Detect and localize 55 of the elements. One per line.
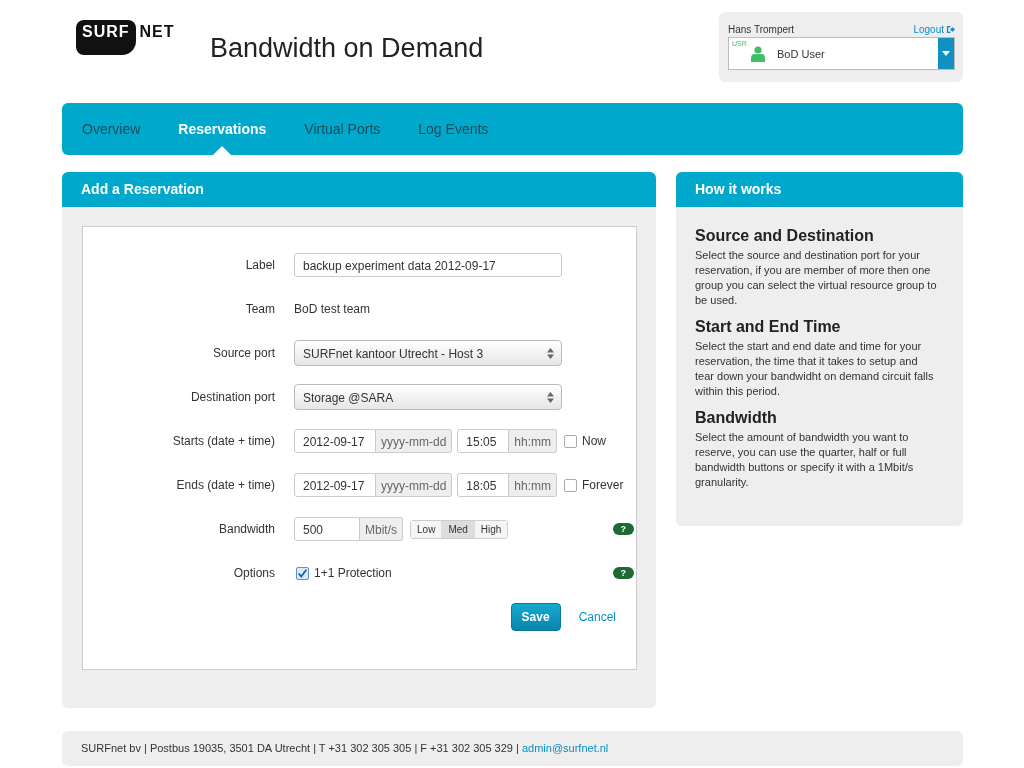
label-input[interactable]: backup experiment data 2012-09-17 bbox=[294, 253, 562, 277]
checkbox[interactable] bbox=[296, 566, 309, 580]
field-label: Starts (date + time) bbox=[171, 434, 276, 448]
caret-icon bbox=[942, 51, 950, 56]
field-label: Destination port bbox=[189, 390, 276, 404]
field-label: Team bbox=[244, 302, 276, 316]
help-badge[interactable]: ? bbox=[612, 523, 634, 535]
checkbox[interactable] bbox=[564, 478, 578, 492]
field-label: Ends (date + time) bbox=[175, 478, 276, 492]
checkbox-label: Forever bbox=[582, 478, 624, 492]
section-text: Select the source and destination port for your reservation, if you are member of more then one group you can select the virtual resource group to be used. bbox=[695, 248, 938, 308]
nav-tab[interactable]: Virtual Ports bbox=[304, 103, 381, 155]
nav-tab[interactable]: Overview bbox=[82, 103, 141, 155]
updown-arrows-icon bbox=[547, 392, 554, 403]
section-text: Select the start and end date and time for your reservation, the time that it takes to setup and tear down your bandwidht on demand circuit falls within this period. bbox=[695, 339, 935, 399]
field-label: Bandwidth bbox=[217, 522, 276, 536]
port-select[interactable]: SURFnet kantoor Utrecht - Host 3 bbox=[294, 340, 562, 366]
nav-tab[interactable]: Log Events bbox=[418, 103, 489, 155]
field-label: Label bbox=[244, 258, 276, 272]
time-format-hint: hh:mm bbox=[509, 429, 558, 453]
preset-button[interactable]: High bbox=[473, 520, 508, 538]
field-label: Options bbox=[232, 566, 276, 580]
checkbox-label: Now bbox=[582, 434, 607, 448]
date-input[interactable]: 2012-09-17 bbox=[294, 429, 376, 453]
section-heading: Source and Destination bbox=[695, 227, 875, 245]
time-input[interactable]: 18:05 bbox=[457, 473, 510, 497]
user-name: Hans Trompert bbox=[728, 24, 795, 35]
page-title: Bandwidth on Demand bbox=[210, 33, 485, 64]
updown-arrows-icon bbox=[547, 348, 554, 359]
bandwidth-input[interactable]: 500 bbox=[294, 517, 360, 541]
panel-header: How it works bbox=[676, 172, 963, 207]
section-text: Select the amount of bandwidth you want to reserve, you can use the quarter, half or full bandwidth buttons or specify it with a 1Mbit/s granularity. bbox=[695, 430, 915, 490]
time-input[interactable]: 15:05 bbox=[457, 429, 510, 453]
time-format-hint: hh:mm bbox=[509, 473, 558, 497]
checkbox-label: 1+1 Protection bbox=[314, 566, 392, 580]
cancel-link[interactable]: Cancel bbox=[578, 610, 616, 624]
date-format-hint: yyyy-mm-dd bbox=[376, 429, 453, 453]
preset-button[interactable]: Med bbox=[441, 520, 474, 538]
team-value: BoD test team bbox=[294, 302, 371, 316]
field-label: Source port bbox=[211, 346, 276, 360]
help-badge[interactable]: ? bbox=[612, 567, 634, 579]
section-heading: Bandwidth bbox=[695, 409, 778, 427]
date-format-hint: yyyy-mm-dd bbox=[376, 473, 453, 497]
logout-icon bbox=[946, 25, 955, 34]
logo-badge: SURF bbox=[76, 20, 136, 55]
person-icon bbox=[751, 45, 765, 62]
port-select[interactable]: Storage @SARA bbox=[294, 384, 562, 410]
section-heading: Start and End Time bbox=[695, 318, 842, 336]
logo-text: NET bbox=[139, 23, 175, 41]
checkbox[interactable] bbox=[564, 434, 578, 448]
unit-label: Mbit/s bbox=[360, 517, 403, 541]
panel-header: Add a Reservation bbox=[62, 172, 656, 207]
footer-text: SURFnet bv | Postbus 19035, 3501 DA Utrecht | T +31 302 305 305 | F +31 302 305 329 | admin@surfnet.nl bbox=[81, 741, 609, 756]
date-input[interactable]: 2012-09-17 bbox=[294, 473, 376, 497]
preset-button[interactable]: Low bbox=[411, 520, 442, 538]
